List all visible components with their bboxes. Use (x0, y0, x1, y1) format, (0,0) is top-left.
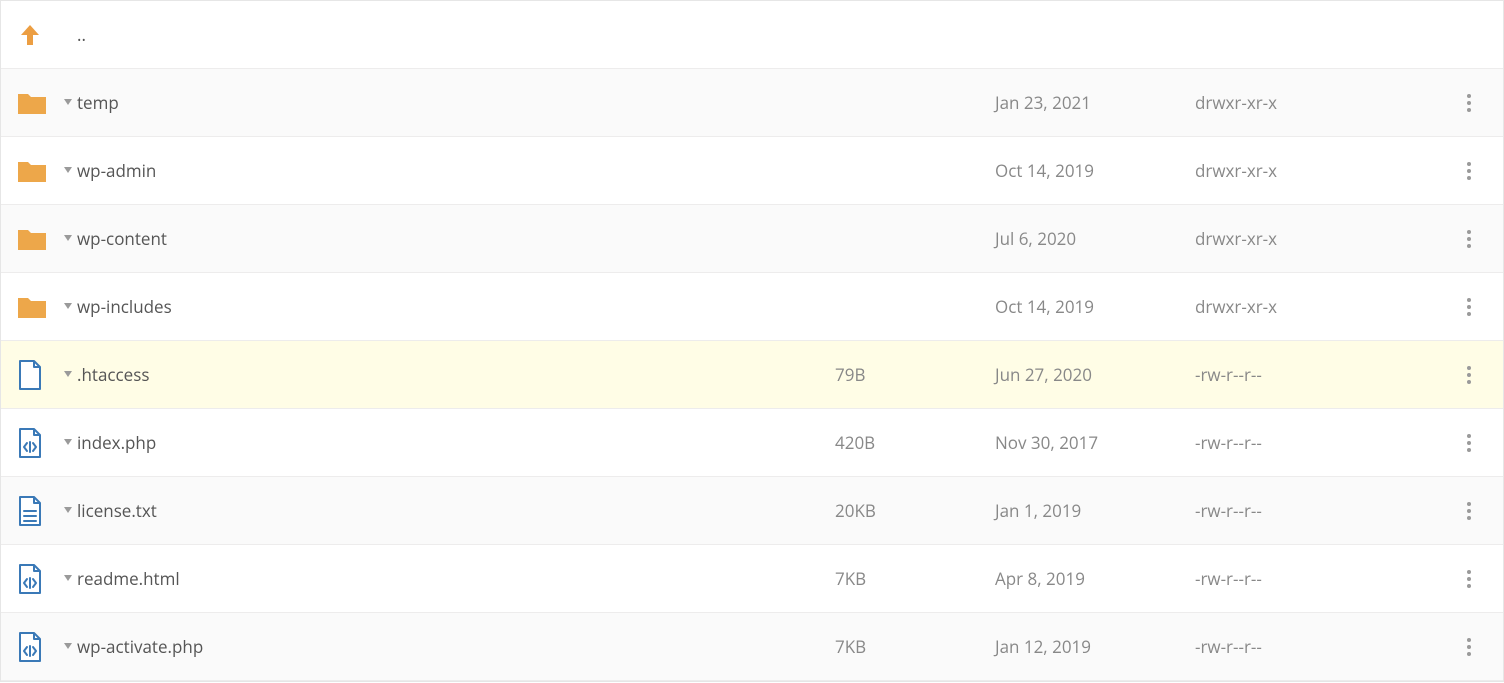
chevron-down-icon (64, 643, 72, 651)
file-date: Jun 27, 2020 (995, 363, 1195, 386)
more-vertical-icon (1467, 638, 1471, 656)
row-actions-button[interactable] (1455, 497, 1483, 525)
file-date: Oct 14, 2019 (995, 159, 1195, 182)
file-name[interactable]: index.php (75, 431, 835, 454)
file-code-icon (17, 632, 61, 662)
more-vertical-icon (1467, 298, 1471, 316)
row-actions-button[interactable] (1455, 361, 1483, 389)
more-vertical-icon (1467, 502, 1471, 520)
more-vertical-icon (1467, 570, 1471, 588)
file-size: 7KB (835, 567, 995, 590)
file-permissions: -rw-r--r-- (1195, 499, 1395, 522)
file-row[interactable]: readme.html 7KB Apr 8, 2019 -rw-r--r-- (1, 545, 1503, 613)
parent-directory-row[interactable]: .. (1, 1, 1503, 69)
row-caret[interactable] (61, 439, 75, 447)
file-date: Jan 12, 2019 (995, 635, 1195, 658)
chevron-down-icon (64, 371, 72, 379)
file-row[interactable]: wp-includes Oct 14, 2019 drwxr-xr-x (1, 273, 1503, 341)
folder-icon (17, 90, 61, 116)
chevron-down-icon (64, 235, 72, 243)
file-size: 7KB (835, 635, 995, 658)
file-permissions: drwxr-xr-x (1195, 295, 1395, 318)
file-permissions: -rw-r--r-- (1195, 635, 1395, 658)
file-size: 420B (835, 431, 995, 454)
file-permissions: drwxr-xr-x (1195, 227, 1395, 250)
row-actions-button[interactable] (1455, 157, 1483, 185)
file-name[interactable]: wp-admin (75, 159, 835, 182)
row-actions-button[interactable] (1455, 225, 1483, 253)
more-vertical-icon (1467, 230, 1471, 248)
file-row[interactable]: wp-admin Oct 14, 2019 drwxr-xr-x (1, 137, 1503, 205)
folder-icon (17, 158, 61, 184)
file-row[interactable]: wp-content Jul 6, 2020 drwxr-xr-x (1, 205, 1503, 273)
file-name[interactable]: temp (75, 91, 835, 114)
file-size: 79B (835, 363, 995, 386)
file-row[interactable]: license.txt 20KB Jan 1, 2019 -rw-r--r-- (1, 477, 1503, 545)
row-actions-button[interactable] (1455, 293, 1483, 321)
row-caret[interactable] (61, 235, 75, 243)
more-vertical-icon (1467, 94, 1471, 112)
up-icon (17, 22, 61, 48)
chevron-down-icon (64, 575, 72, 583)
file-code-icon (17, 564, 61, 594)
file-permissions: drwxr-xr-x (1195, 91, 1395, 114)
chevron-down-icon (64, 99, 72, 107)
file-name[interactable]: wp-activate.php (75, 635, 835, 658)
file-date: Jul 6, 2020 (995, 227, 1195, 250)
chevron-down-icon (64, 303, 72, 311)
file-name[interactable]: readme.html (75, 567, 835, 590)
more-vertical-icon (1467, 434, 1471, 452)
chevron-down-icon (64, 439, 72, 447)
row-actions-button[interactable] (1455, 565, 1483, 593)
file-row[interactable]: temp Jan 23, 2021 drwxr-xr-x (1, 69, 1503, 137)
file-row[interactable]: .htaccess 79B Jun 27, 2020 -rw-r--r-- (1, 341, 1503, 409)
row-caret[interactable] (61, 99, 75, 107)
file-name[interactable]: .htaccess (75, 363, 835, 386)
row-caret[interactable] (61, 371, 75, 379)
row-actions-button[interactable] (1455, 89, 1483, 117)
file-code-icon (17, 428, 61, 458)
file-date: Apr 8, 2019 (995, 567, 1195, 590)
file-text-icon (17, 496, 61, 526)
chevron-down-icon (64, 507, 72, 515)
row-caret[interactable] (61, 575, 75, 583)
file-permissions: -rw-r--r-- (1195, 363, 1395, 386)
row-caret[interactable] (61, 643, 75, 651)
file-size: 20KB (835, 499, 995, 522)
file-permissions: drwxr-xr-x (1195, 159, 1395, 182)
row-caret[interactable] (61, 167, 75, 175)
folder-icon (17, 226, 61, 252)
file-date: Nov 30, 2017 (995, 431, 1195, 454)
file-permissions: -rw-r--r-- (1195, 431, 1395, 454)
row-caret[interactable] (61, 303, 75, 311)
more-vertical-icon (1467, 162, 1471, 180)
file-row[interactable]: index.php 420B Nov 30, 2017 -rw-r--r-- (1, 409, 1503, 477)
file-listing: .. temp Jan 23, 2021 drwxr-xr-x wp-admin (0, 0, 1504, 682)
file-date: Jan 23, 2021 (995, 91, 1195, 114)
row-caret[interactable] (61, 507, 75, 515)
folder-icon (17, 294, 61, 320)
chevron-down-icon (64, 167, 72, 175)
file-row[interactable]: wp-activate.php 7KB Jan 12, 2019 -rw-r--… (1, 613, 1503, 681)
file-date: Oct 14, 2019 (995, 295, 1195, 318)
row-actions-button[interactable] (1455, 633, 1483, 661)
parent-directory-name[interactable]: .. (75, 23, 835, 46)
file-icon (17, 360, 61, 390)
file-name[interactable]: wp-includes (75, 295, 835, 318)
file-permissions: -rw-r--r-- (1195, 567, 1395, 590)
file-date: Jan 1, 2019 (995, 499, 1195, 522)
more-vertical-icon (1467, 366, 1471, 384)
row-actions-button[interactable] (1455, 429, 1483, 457)
file-name[interactable]: license.txt (75, 499, 835, 522)
file-name[interactable]: wp-content (75, 227, 835, 250)
